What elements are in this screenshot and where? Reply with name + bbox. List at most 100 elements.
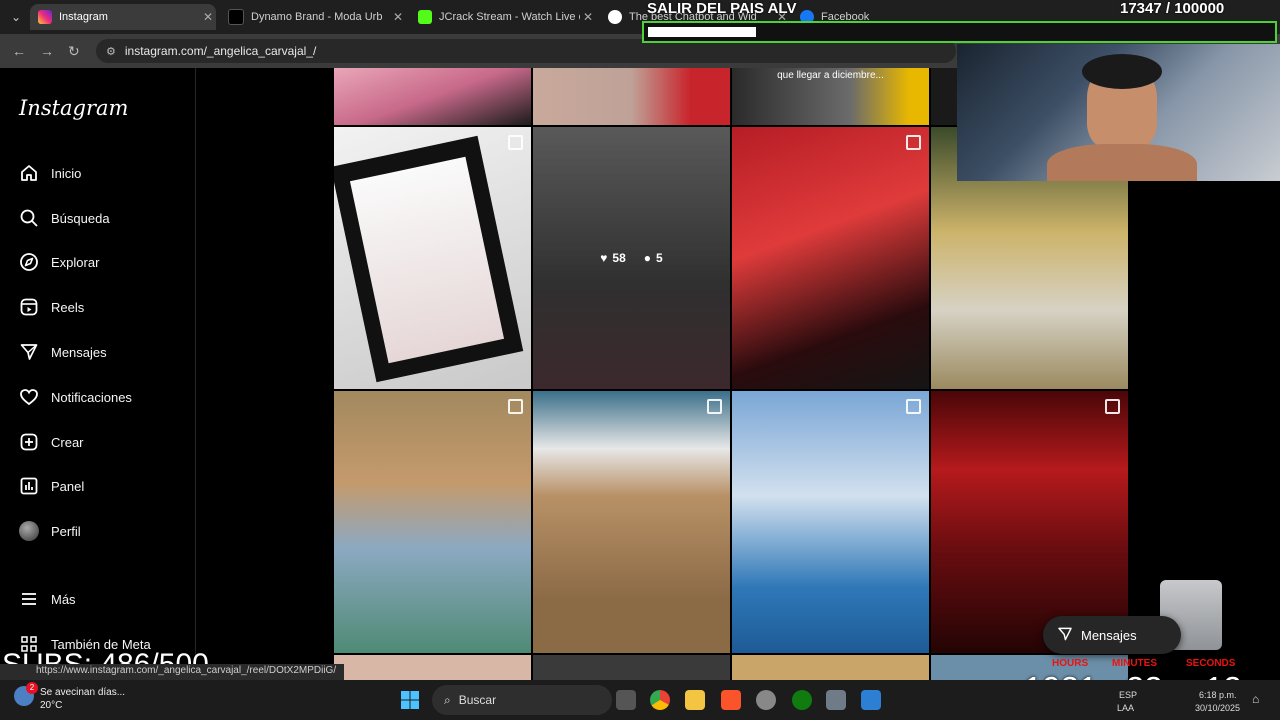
- heart-filled-icon: ♥: [600, 251, 608, 265]
- carousel-icon: [1105, 399, 1120, 414]
- sidebar-item-inicio[interactable]: Inicio: [18, 156, 81, 190]
- messages-label: Mensajes: [1081, 627, 1137, 643]
- comment-bubble-icon: ●: [643, 251, 652, 265]
- brave-icon[interactable]: [721, 690, 741, 710]
- tab-kick-stream[interactable]: JCrack Stream - Watch Live on K ✕: [410, 4, 596, 30]
- xbox-icon[interactable]: [792, 690, 812, 710]
- plus-square-icon: [18, 431, 40, 453]
- steam-icon[interactable]: [756, 690, 776, 710]
- keyboard-layout[interactable]: LAA: [1117, 703, 1134, 713]
- search-icon: ⌕: [444, 692, 451, 707]
- tab-title: Dynamo Brand - Moda Urb: [251, 11, 383, 23]
- taskbar-search-label: Buscar: [458, 693, 497, 707]
- forward-arrow-icon[interactable]: →: [40, 43, 54, 59]
- goal-progress-fill: [648, 27, 756, 37]
- sidebar-item-crear[interactable]: Crear: [18, 425, 84, 459]
- reload-icon[interactable]: ↻: [68, 43, 80, 60]
- taskbar-search[interactable]: ⌕ Buscar: [432, 685, 612, 715]
- timer-label-hours: HOURS: [1052, 658, 1089, 669]
- post-thumbnail[interactable]: [334, 391, 531, 653]
- notifications-bell-icon[interactable]: ⌂: [1252, 692, 1259, 706]
- sidebar-item-label: Más: [51, 591, 76, 607]
- messages-floating-button[interactable]: Mensajes: [1043, 616, 1181, 654]
- post-thumbnail[interactable]: [334, 655, 531, 680]
- weather-badge: 2: [26, 682, 38, 694]
- post-thumbnail[interactable]: [732, 391, 929, 653]
- sidebar-item-mas[interactable]: Más: [18, 582, 76, 616]
- sidebar-item-label: Crear: [51, 434, 84, 450]
- task-view-icon[interactable]: [616, 690, 636, 710]
- post-thumbnail[interactable]: [533, 391, 730, 653]
- windows-taskbar: 2 Se avecinan días... 20°C ⌕ Buscar ESP …: [0, 680, 1280, 720]
- tab-title: JCrack Stream - Watch Live on K: [439, 11, 580, 23]
- post-hover-stats: ♥ 58 ● 5: [533, 127, 730, 389]
- sidebar-item-busqueda[interactable]: Búsqueda: [18, 201, 110, 235]
- sidebar-item-panel[interactable]: Panel: [18, 469, 84, 503]
- file-explorer-icon[interactable]: [685, 690, 705, 710]
- compass-icon: [18, 251, 40, 273]
- sidebar-item-label: Perfil: [51, 523, 81, 539]
- sidebar-item-label: Inicio: [51, 165, 82, 181]
- reels-icon: [18, 296, 40, 318]
- post-thumbnail[interactable]: que llegar a diciembre...: [732, 68, 929, 125]
- back-arrow-icon[interactable]: ←: [12, 43, 26, 59]
- hamburger-menu-icon: [18, 588, 40, 610]
- post-thumbnail[interactable]: [334, 68, 531, 125]
- language-indicator[interactable]: ESP: [1119, 690, 1137, 700]
- chart-bar-icon: [18, 475, 40, 497]
- close-tab-icon[interactable]: ✕: [200, 10, 216, 24]
- timer-label-seconds: SECONDS: [1186, 658, 1236, 669]
- weather-icon: 2: [14, 682, 38, 706]
- heart-icon: [18, 386, 40, 408]
- goal-title: SALIR DEL PAIS ALV: [647, 0, 797, 17]
- sidebar-item-reels[interactable]: Reels: [18, 290, 84, 324]
- sidebar-item-label: Reels: [51, 299, 85, 315]
- search-icon: [18, 207, 40, 229]
- instagram-logo[interactable]: Instagram: [19, 96, 128, 120]
- post-thumbnail[interactable]: [732, 127, 929, 389]
- instagram-sidebar: Instagram Inicio Búsqueda Explorar Reels…: [0, 68, 196, 680]
- post-thumbnail-hovered[interactable]: ♥58 ●5 con: [533, 127, 730, 389]
- likes-count: ♥ 58: [600, 251, 625, 265]
- post-thumbnail[interactable]: [732, 655, 929, 680]
- streamer-webcam: [957, 44, 1280, 181]
- instagram-favicon-icon: [38, 10, 52, 24]
- weather-widget[interactable]: 2 Se avecinan días... 20°C: [14, 682, 125, 712]
- comments-value: 5: [656, 251, 663, 265]
- post-thumbnail[interactable]: [533, 655, 730, 680]
- sidebar-item-label: Panel: [51, 478, 85, 494]
- url-text: instagram.com/_angelica_carvajal_/: [124, 44, 317, 58]
- messenger-icon: [1057, 626, 1073, 645]
- messenger-icon: [18, 341, 40, 363]
- close-tab-icon[interactable]: ✕: [580, 10, 596, 24]
- home-icon: [18, 162, 40, 184]
- post-thumbnail[interactable]: [334, 127, 531, 389]
- carousel-icon: [508, 135, 523, 150]
- timer-label-minutes: MINUTES: [1112, 658, 1157, 669]
- clock-date[interactable]: 30/10/2025: [1195, 703, 1240, 713]
- link-preview-url: https://www.instagram.com/_angelica_carv…: [0, 664, 345, 681]
- tab-search-chevron-icon[interactable]: ⌄: [6, 7, 26, 27]
- tab-instagram[interactable]: Instagram ✕: [30, 4, 216, 30]
- goal-counter: 17347 / 100000: [1120, 0, 1225, 17]
- windows-start-icon[interactable]: [400, 690, 420, 710]
- sidebar-item-perfil[interactable]: Perfil: [18, 514, 81, 548]
- weather-temperature: 20°C: [40, 700, 63, 711]
- sidebar-item-label: Búsqueda: [51, 210, 110, 226]
- sidebar-item-notificaciones[interactable]: Notificaciones: [18, 380, 132, 414]
- close-tab-icon[interactable]: ✕: [390, 10, 406, 24]
- chrome-icon[interactable]: [650, 690, 670, 710]
- post-thumbnail[interactable]: [931, 391, 1128, 653]
- carousel-icon: [707, 399, 722, 414]
- likes-value: 58: [612, 251, 626, 265]
- sidebar-item-label: Explorar: [51, 254, 100, 270]
- sidebar-item-mensajes[interactable]: Mensajes: [18, 335, 107, 369]
- app-icon[interactable]: [861, 690, 881, 710]
- post-thumbnail[interactable]: [533, 68, 730, 125]
- settings-gear-icon[interactable]: [826, 690, 846, 710]
- clock-time[interactable]: 6:18 p.m.: [1199, 690, 1237, 700]
- sidebar-item-explorar[interactable]: Explorar: [18, 245, 99, 279]
- tab-dynamo-brand[interactable]: Dynamo Brand - Moda Urb ✕: [220, 4, 406, 30]
- site-info-icon[interactable]: ⚙: [106, 45, 116, 58]
- carousel-icon: [508, 399, 523, 414]
